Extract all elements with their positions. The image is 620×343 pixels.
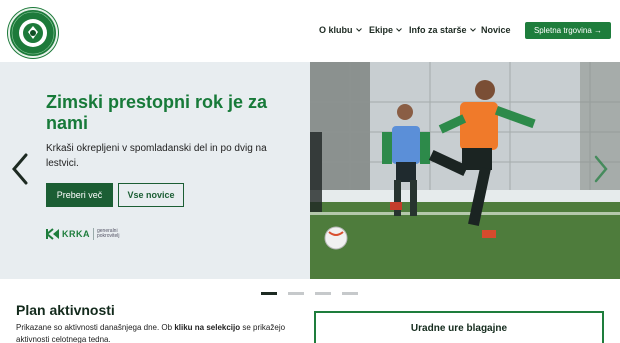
nav-label: O klubu: [319, 25, 353, 35]
sponsor-label: generalni pokrovitelj: [97, 229, 120, 239]
plan-text-bold: kliku na selekcijo: [174, 323, 241, 332]
office-hours-title: Uradne ure blagajne: [410, 323, 508, 334]
plan-description: Prikazane so aktivnosti današnjega dne. …: [16, 322, 296, 343]
office-hours-box: Uradne ure blagajne: [314, 311, 604, 343]
shop-label: Spletna trgovina →: [533, 26, 603, 35]
chevron-down-icon: [469, 28, 476, 32]
hero-photo: [310, 62, 620, 279]
club-logo[interactable]: [8, 8, 58, 58]
training-photo: [310, 62, 620, 279]
nav-novice[interactable]: Novice: [481, 25, 511, 35]
plan-title: Plan aktivnosti: [16, 302, 115, 318]
hero-text: Krkaši okrepljeni v spomladanski del in …: [46, 143, 267, 169]
nav-o-klubu[interactable]: O klubu: [319, 25, 362, 35]
logo-emblem: [11, 11, 55, 55]
plan-text-prefix: Prikazane so aktivnosti današnjega dne. …: [16, 323, 175, 332]
sponsor-logo[interactable]: KRKA generalni pokrovitelj: [46, 228, 120, 240]
hero-slider: Zimski prestopni rok je za nami Krkaši o…: [0, 62, 620, 279]
slide-dot[interactable]: [261, 292, 277, 295]
all-news-button[interactable]: Vse novice: [118, 183, 184, 207]
slide-dot[interactable]: [288, 292, 304, 295]
hero-content: Zimski prestopni rok je za nami Krkaši o…: [0, 62, 310, 279]
hero-title: Zimski prestopni rok je za nami: [46, 92, 268, 133]
site-header: O klubu Ekipe Info za starše Novice Sple…: [0, 0, 620, 62]
krka-logo-icon: [46, 228, 59, 240]
nav-label: Info za starše: [409, 25, 467, 35]
online-shop-button[interactable]: Spletna trgovina →: [525, 22, 611, 39]
chevron-down-icon: [355, 28, 362, 32]
slide-dot[interactable]: [315, 292, 331, 295]
slide-dot[interactable]: [342, 292, 358, 295]
nav-ekipe[interactable]: Ekipe: [369, 25, 402, 35]
sponsor-divider: [93, 228, 94, 240]
all-news-label: Vse novice: [127, 190, 175, 200]
slider-pagination: [261, 292, 358, 295]
prev-slide-arrow-icon[interactable]: [9, 152, 31, 186]
next-slide-arrow-icon[interactable]: [592, 154, 610, 184]
sponsor-name: KRKA: [62, 229, 90, 239]
chevron-down-icon: [396, 28, 402, 32]
nav-info-za-starse[interactable]: Info za starše: [409, 25, 476, 35]
nav-label: Ekipe: [369, 25, 394, 35]
sponsor-label-2: pokrovitelj: [97, 233, 120, 239]
read-more-label: Preberi več: [56, 190, 103, 200]
nav-label: Novice: [481, 25, 511, 35]
read-more-button[interactable]: Preberi več: [46, 183, 113, 207]
